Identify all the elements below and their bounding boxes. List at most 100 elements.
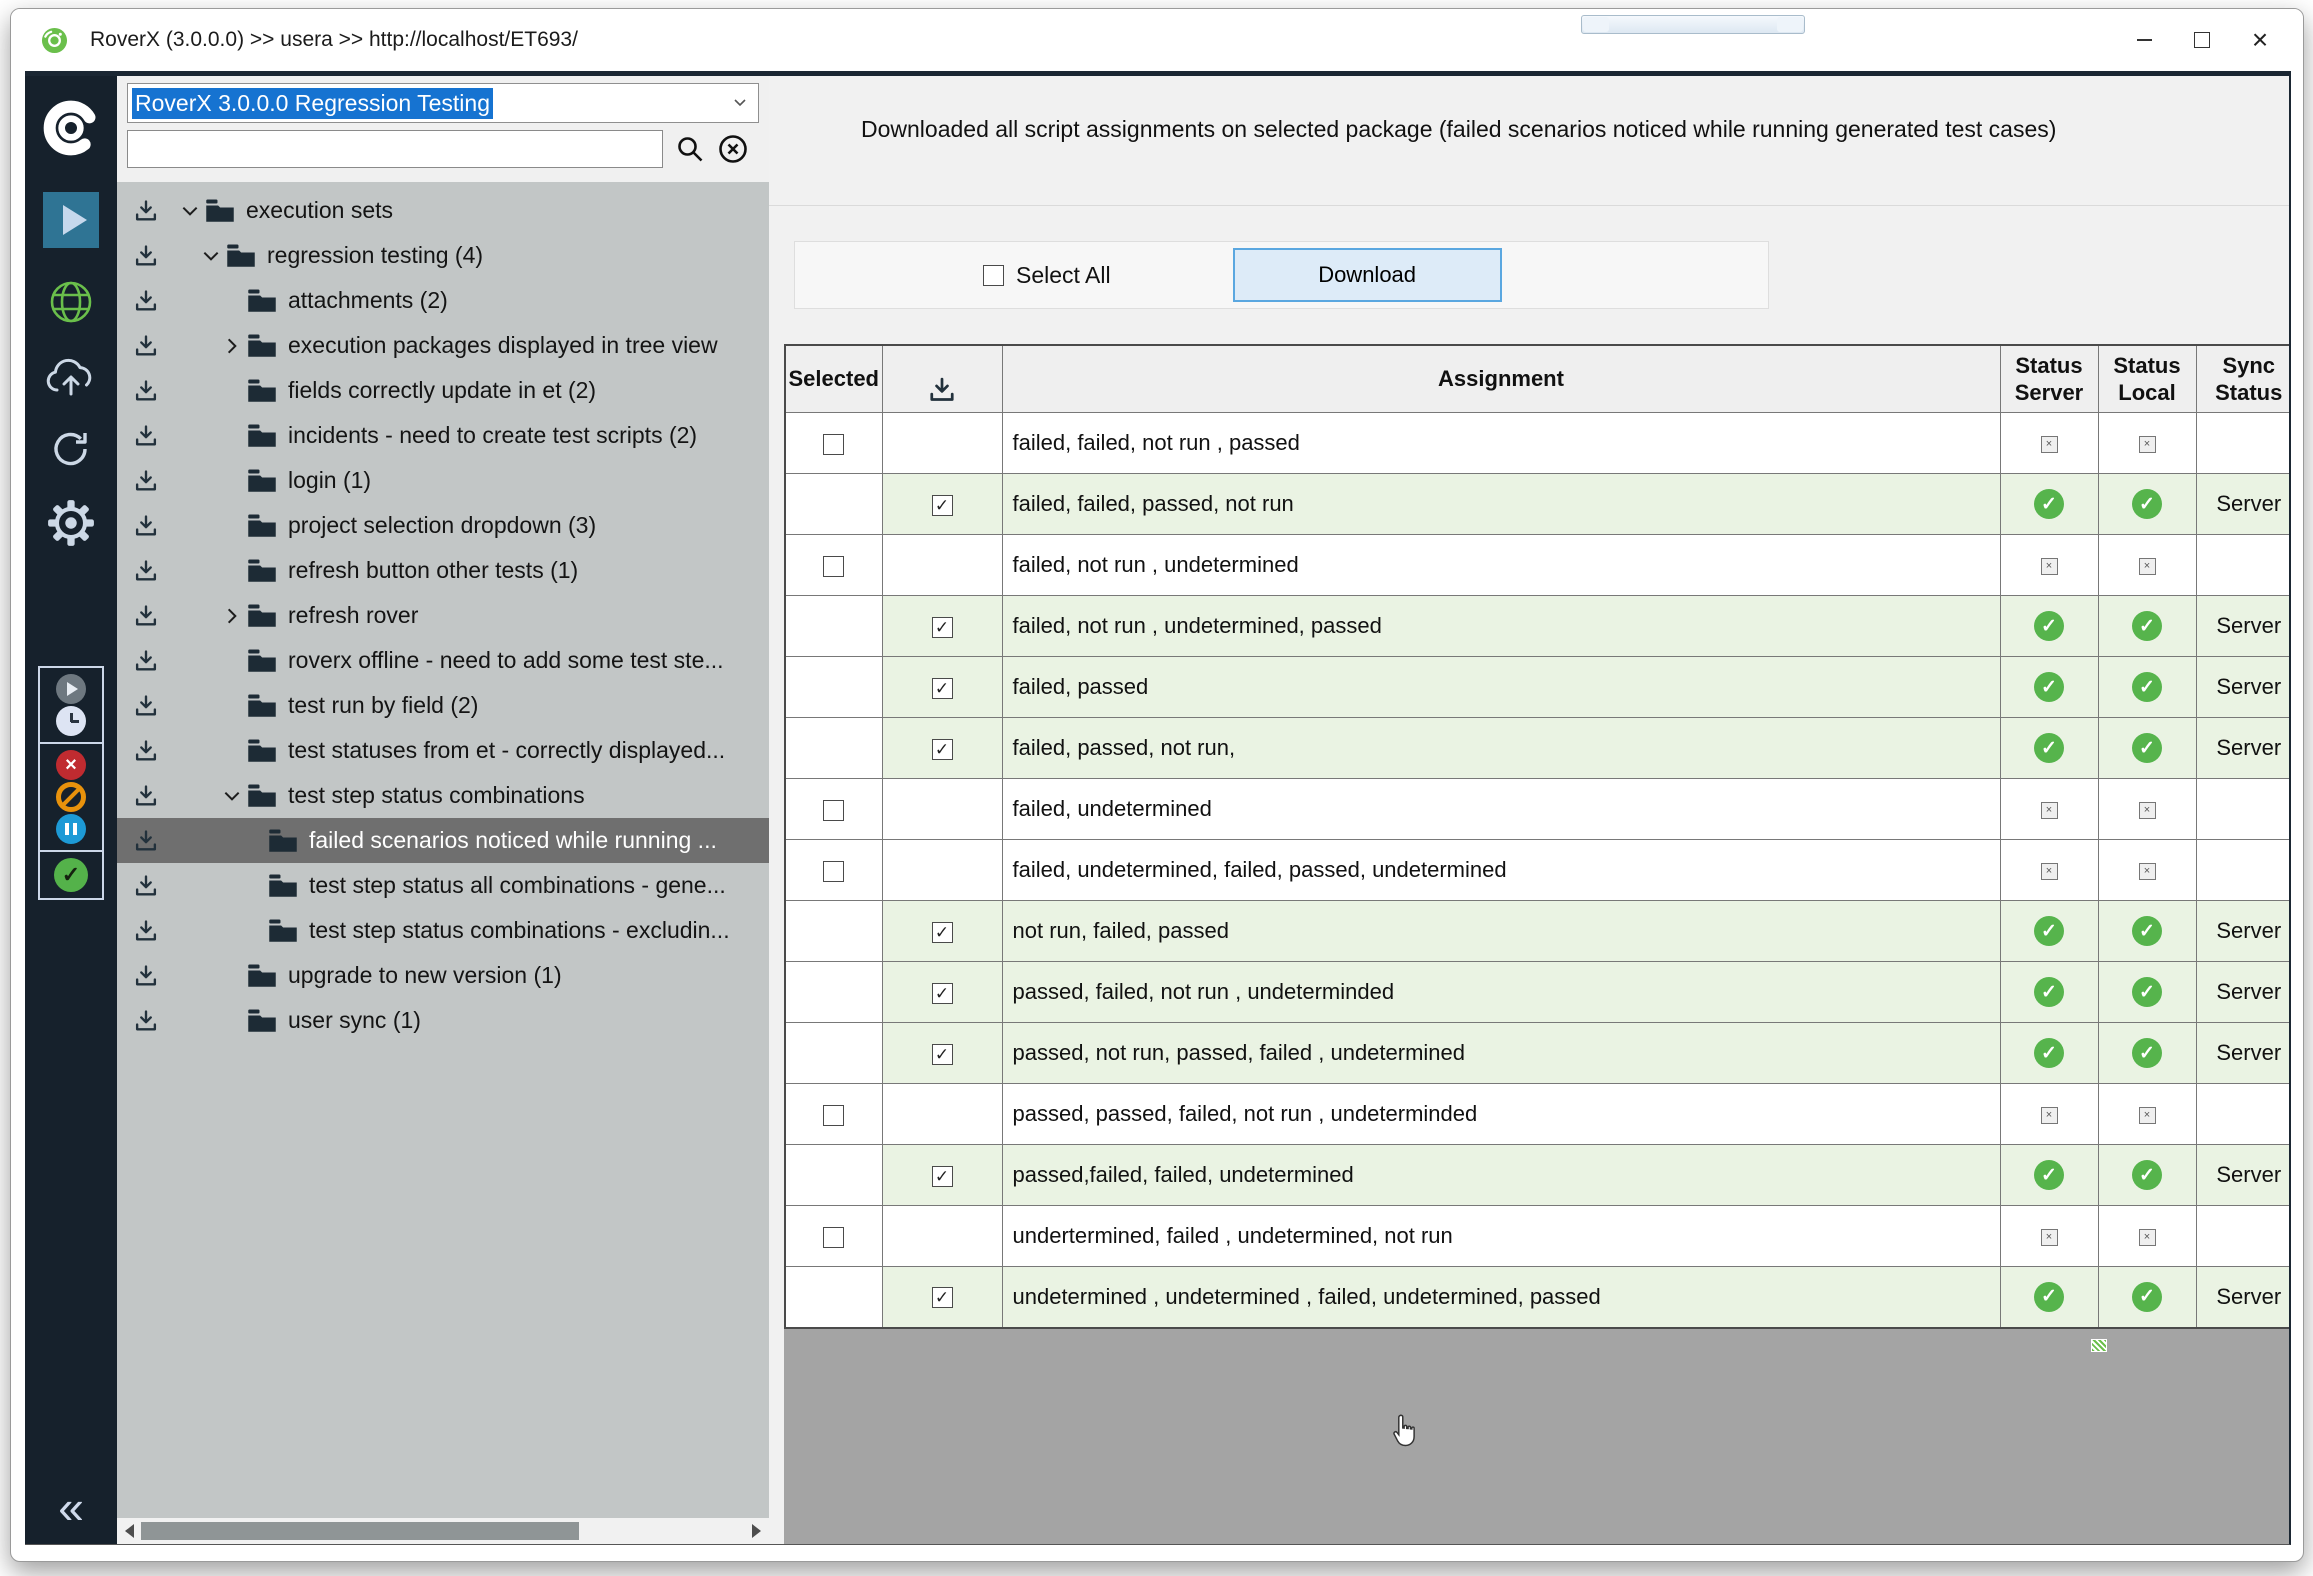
assignment-cell: not run, failed, passed xyxy=(1002,901,2000,962)
status-ok-icon: ✓ xyxy=(2034,1282,2064,1312)
check-icon: ✓ xyxy=(935,680,949,697)
clear-search-icon[interactable] xyxy=(717,133,749,165)
chevron-icon[interactable] xyxy=(217,608,247,624)
table-row[interactable]: passed, passed, failed, not run , undete… xyxy=(785,1084,2289,1145)
download-cell xyxy=(882,1206,1002,1267)
row-select-checkbox[interactable] xyxy=(823,1227,844,1248)
status-local-cell: ✓ xyxy=(2098,657,2196,718)
row-select-checkbox[interactable] xyxy=(823,800,844,821)
download-icon xyxy=(133,1008,159,1034)
run-status-cluster: × ✓ xyxy=(38,666,104,900)
download-cell: ✓ xyxy=(882,1145,1002,1206)
paused-icon xyxy=(56,814,86,844)
tree-indent xyxy=(159,390,247,391)
select-all-label: Select All xyxy=(1016,262,1111,289)
tree-item[interactable]: execution sets xyxy=(117,188,769,233)
row-download-checkbox[interactable]: ✓ xyxy=(932,983,953,1004)
tree-item[interactable]: fields correctly update in et (2) xyxy=(117,368,769,413)
table-row[interactable]: failed, not run , undetermined × × xyxy=(785,535,2289,596)
table-row[interactable]: ✓ passed,failed, failed, undetermined ✓ … xyxy=(785,1145,2289,1206)
select-all-checkbox[interactable] xyxy=(983,265,1004,286)
folder-icon xyxy=(247,378,277,403)
sync-status-cell: Server xyxy=(2196,962,2289,1023)
row-select-checkbox[interactable] xyxy=(823,434,844,455)
minimize-button[interactable] xyxy=(2115,9,2173,71)
settings-button[interactable] xyxy=(46,498,96,548)
download-button[interactable]: Download xyxy=(1233,248,1502,302)
tree-horizontal-scrollbar[interactable] xyxy=(117,1518,769,1544)
table-row[interactable]: ✓ failed, not run , undetermined, passed… xyxy=(785,596,2289,657)
table-row[interactable]: ✓ failed, failed, passed, not run ✓ ✓ Se… xyxy=(785,474,2289,535)
tree-item[interactable]: regression testing (4) xyxy=(117,233,769,278)
row-select-checkbox[interactable] xyxy=(823,1105,844,1126)
status-box-success: ✓ xyxy=(40,852,102,898)
tree-item[interactable]: test step status combinations - excludin… xyxy=(117,908,769,953)
tree-item[interactable]: test step status all combinations - gene… xyxy=(117,863,769,908)
close-button[interactable]: × xyxy=(2231,9,2289,71)
tree-item[interactable]: roverx offline - need to add some test s… xyxy=(117,638,769,683)
row-download-checkbox[interactable]: ✓ xyxy=(932,922,953,943)
chevron-icon[interactable] xyxy=(217,788,247,804)
table-row[interactable]: failed, failed, not run , passed × × xyxy=(785,413,2289,474)
restore-button[interactable] xyxy=(2173,9,2231,71)
table-row[interactable]: failed, undetermined, failed, passed, un… xyxy=(785,840,2289,901)
chevron-icon[interactable] xyxy=(196,248,226,264)
chevron-icon[interactable] xyxy=(217,338,247,354)
search-input[interactable] xyxy=(127,130,663,168)
table-row[interactable]: ✓ passed, not run, passed, failed , unde… xyxy=(785,1023,2289,1084)
tree-item[interactable]: upgrade to new version (1) xyxy=(117,953,769,998)
tree-item[interactable]: execution packages displayed in tree vie… xyxy=(117,323,769,368)
table-row[interactable]: undertermined, failed , undetermined, no… xyxy=(785,1206,2289,1267)
globe-button[interactable] xyxy=(47,278,95,326)
folder-icon xyxy=(247,1008,277,1033)
table-row[interactable]: ✓ failed, passed, not run, ✓ ✓ Server xyxy=(785,718,2289,779)
row-download-checkbox[interactable]: ✓ xyxy=(932,1044,953,1065)
tree-item[interactable]: refresh rover xyxy=(117,593,769,638)
tree-item[interactable]: test run by field (2) xyxy=(117,683,769,728)
row-download-checkbox[interactable]: ✓ xyxy=(932,1287,953,1308)
tree-item[interactable]: project selection dropdown (3) xyxy=(117,503,769,548)
row-download-checkbox[interactable]: ✓ xyxy=(932,1166,953,1187)
header-download xyxy=(882,345,1002,413)
tree-item[interactable]: refresh button other tests (1) xyxy=(117,548,769,593)
row-download-checkbox[interactable]: ✓ xyxy=(932,495,953,516)
download-icon xyxy=(927,375,957,405)
search-icon[interactable] xyxy=(675,134,705,164)
tree-item[interactable]: test statuses from et - correctly displa… xyxy=(117,728,769,773)
table-row[interactable]: ✓ not run, failed, passed ✓ ✓ Server xyxy=(785,901,2289,962)
row-select-checkbox[interactable] xyxy=(823,556,844,577)
scroll-right-icon[interactable] xyxy=(752,1524,761,1538)
tree-item[interactable]: failed scenarios noticed while running .… xyxy=(117,818,769,863)
scrollbar-thumb[interactable] xyxy=(141,1522,579,1540)
table-row[interactable]: failed, undetermined × × xyxy=(785,779,2289,840)
scroll-left-icon[interactable] xyxy=(125,1524,134,1538)
tree-item-label: user sync (1) xyxy=(288,1007,421,1034)
project-dropdown[interactable]: RoverX 3.0.0.0 Regression Testing xyxy=(127,83,759,123)
globe-icon xyxy=(47,278,95,326)
refresh-button[interactable] xyxy=(48,426,94,472)
table-row[interactable]: ✓ undetermined , undetermined , failed, … xyxy=(785,1267,2289,1328)
header-selected: Selected xyxy=(785,345,882,413)
tree-item[interactable]: attachments (2) xyxy=(117,278,769,323)
actions-bar: Select All Download xyxy=(794,241,1769,309)
row-download-checkbox[interactable]: ✓ xyxy=(932,617,953,638)
tree-item[interactable]: user sync (1) xyxy=(117,998,769,1043)
cloud-upload-button[interactable] xyxy=(43,354,99,398)
selected-cell xyxy=(785,596,882,657)
tree-item-label: execution sets xyxy=(246,197,393,224)
tree-item[interactable]: test step status combinations xyxy=(117,773,769,818)
row-download-checkbox[interactable]: ✓ xyxy=(932,739,953,760)
row-download-checkbox[interactable]: ✓ xyxy=(932,678,953,699)
sync-status-cell: Server xyxy=(2196,1267,2289,1328)
tree-item[interactable]: incidents - need to create test scripts … xyxy=(117,413,769,458)
table-row[interactable]: ✓ passed, failed, not run , undeterminde… xyxy=(785,962,2289,1023)
row-select-checkbox[interactable] xyxy=(823,861,844,882)
table-row[interactable]: ✓ failed, passed ✓ ✓ Server xyxy=(785,657,2289,718)
chevron-icon[interactable] xyxy=(175,203,205,219)
play-button[interactable] xyxy=(43,192,99,248)
tree-item[interactable]: login (1) xyxy=(117,458,769,503)
tree-panel-header: RoverX 3.0.0.0 Regression Testing xyxy=(117,76,769,182)
assignment-cell: failed, failed, not run , passed xyxy=(1002,413,2000,474)
folder-icon xyxy=(247,738,277,763)
collapse-sidebar-button[interactable]: « xyxy=(25,1484,117,1530)
